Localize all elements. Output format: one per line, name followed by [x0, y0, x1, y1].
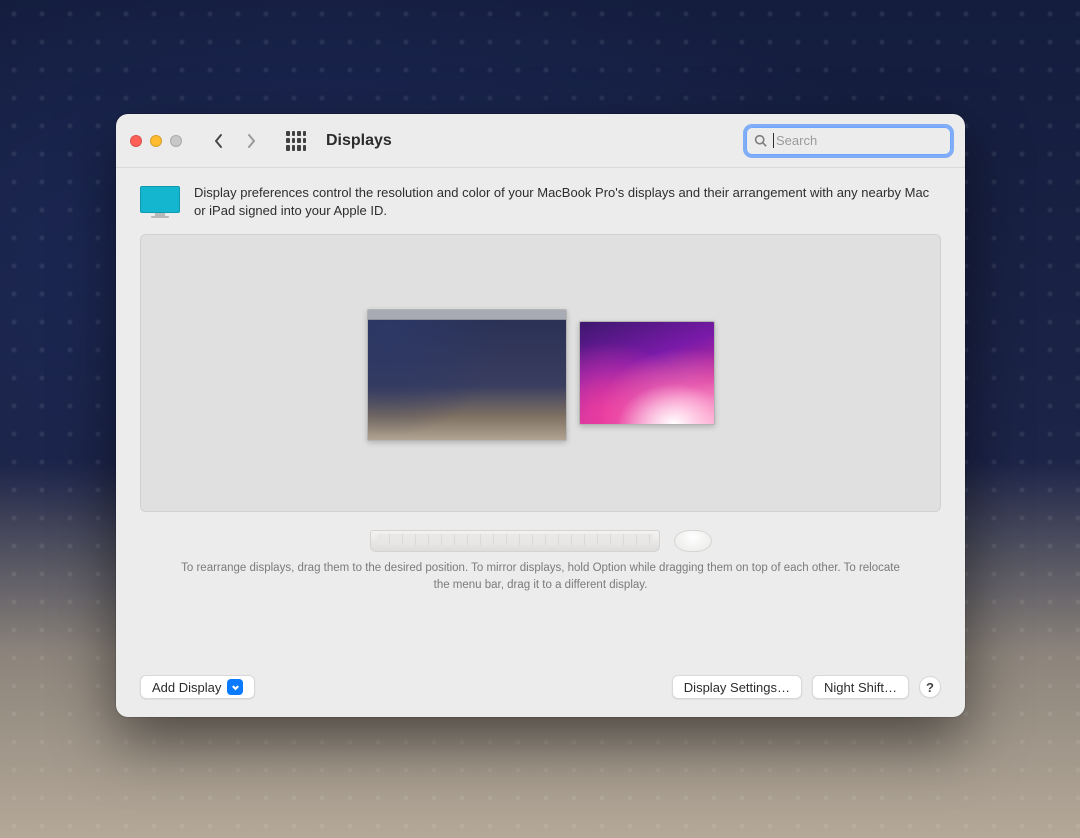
back-button[interactable] — [208, 130, 230, 152]
menu-bar-handle[interactable] — [368, 310, 566, 320]
display-wallpaper-secondary — [580, 322, 714, 424]
zoom-icon[interactable] — [170, 135, 182, 147]
add-display-label: Add Display — [152, 680, 221, 695]
intro-text: Display preferences control the resoluti… — [194, 184, 941, 220]
add-display-button[interactable]: Add Display — [140, 675, 255, 699]
dropdown-indicator — [227, 679, 243, 695]
keyboard-icon — [370, 530, 660, 552]
display-settings-label: Display Settings… — [684, 680, 790, 695]
show-all-icon[interactable] — [286, 131, 306, 151]
chevron-left-icon — [213, 133, 225, 149]
peripherals-illustration — [140, 520, 941, 552]
arrangement-help-text: To rearrange displays, drag them to the … — [140, 560, 941, 593]
system-preferences-window: Displays Search Display preferences cont… — [116, 114, 965, 717]
footer-buttons: Add Display Display Settings… Night Shif… — [140, 661, 941, 699]
display-arrangement-area[interactable] — [140, 234, 941, 512]
help-label: ? — [926, 680, 934, 695]
window-traffic-lights — [130, 135, 182, 147]
help-button[interactable]: ? — [919, 676, 941, 698]
display-settings-button[interactable]: Display Settings… — [672, 675, 802, 699]
mouse-icon — [674, 530, 712, 552]
content-area: Display preferences control the resoluti… — [116, 168, 965, 717]
window-toolbar: Displays Search — [116, 114, 965, 168]
intro-section: Display preferences control the resoluti… — [140, 184, 941, 220]
search-placeholder: Search — [776, 133, 817, 148]
primary-display-thumb[interactable] — [367, 309, 567, 441]
text-cursor — [773, 133, 774, 148]
window-title: Displays — [326, 132, 392, 150]
display-icon — [140, 186, 180, 218]
minimize-icon[interactable] — [150, 135, 162, 147]
night-shift-button[interactable]: Night Shift… — [812, 675, 909, 699]
close-icon[interactable] — [130, 135, 142, 147]
search-input[interactable]: Search — [746, 127, 951, 155]
night-shift-label: Night Shift… — [824, 680, 897, 695]
forward-button[interactable] — [240, 130, 262, 152]
chevron-down-icon — [231, 683, 240, 692]
secondary-display-thumb[interactable] — [579, 321, 715, 425]
chevron-right-icon — [245, 133, 257, 149]
display-wallpaper-primary — [368, 320, 566, 440]
search-icon — [754, 134, 767, 147]
